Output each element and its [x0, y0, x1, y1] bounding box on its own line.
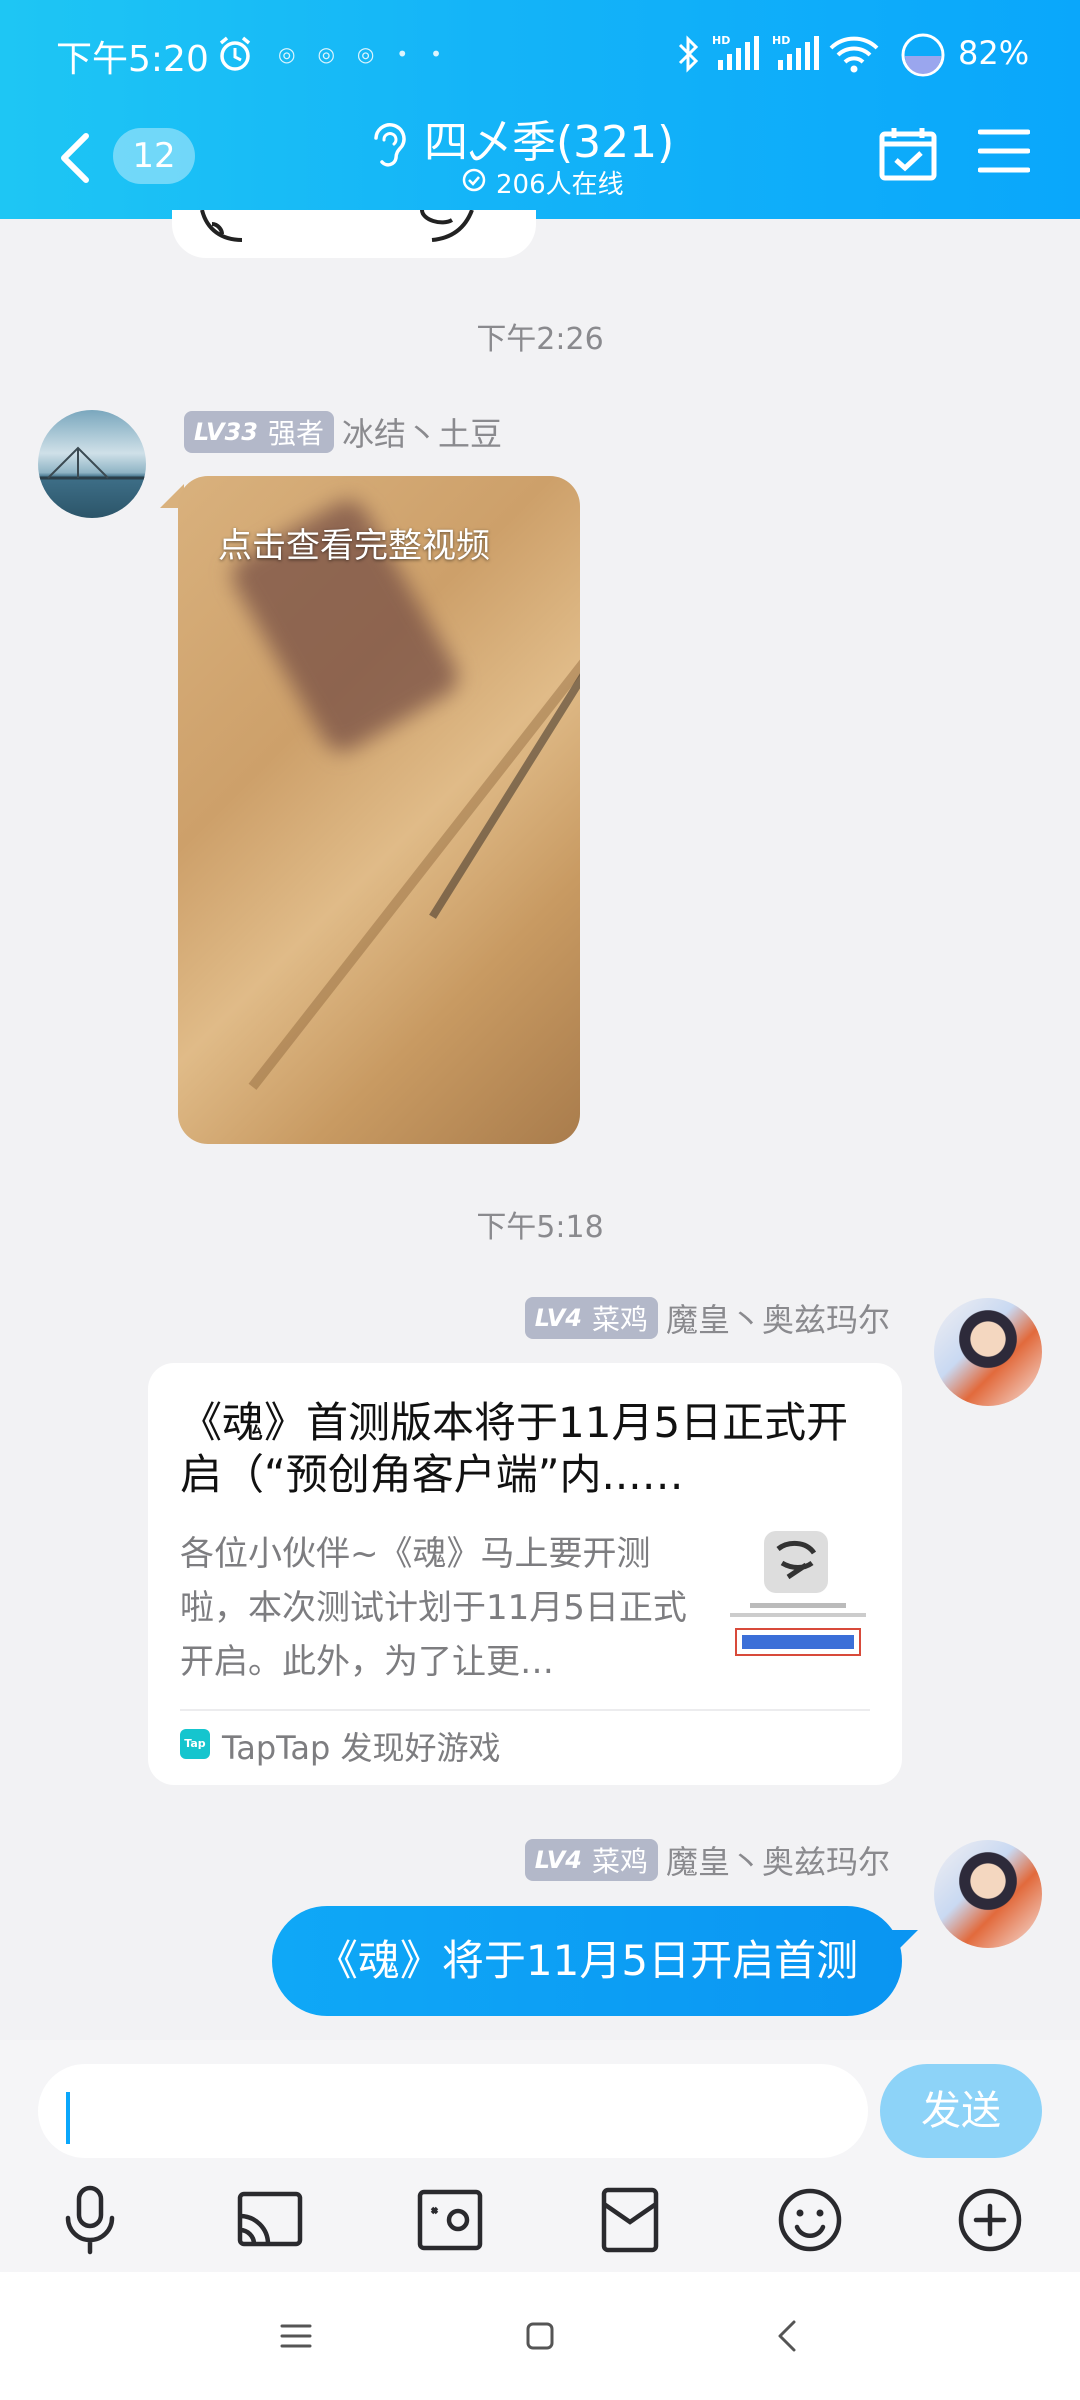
sender-name[interactable]: 魔皇丶奥兹玛尔	[666, 1837, 890, 1883]
sticker-message-partial[interactable]	[172, 210, 536, 258]
wifi-icon	[828, 34, 880, 83]
cast-screen-icon[interactable]	[230, 2180, 310, 2260]
video-caption: 点击查看完整视频	[218, 526, 490, 566]
photo-album-icon[interactable]	[410, 2180, 490, 2260]
battery-percent: 82%	[958, 34, 1030, 72]
svg-text:HD: HD	[712, 34, 730, 47]
red-packet-icon[interactable]	[590, 2180, 670, 2260]
input-bar: 发送	[0, 2040, 1080, 2272]
send-button[interactable]: 发送	[880, 2064, 1042, 2158]
calendar-check-icon[interactable]	[878, 124, 938, 186]
online-count: 206人在线	[496, 170, 624, 200]
svg-text:HD: HD	[772, 34, 790, 47]
card-title: 《魂》首测版本将于11月5日正式开启（“预创角客户端”内...…	[180, 1398, 849, 1499]
unread-count-badge[interactable]: 12	[113, 128, 195, 184]
card-thumbnail	[726, 1527, 870, 1667]
back-button[interactable]	[52, 128, 102, 188]
timestamp: 下午2:26	[476, 322, 604, 357]
avatar[interactable]	[38, 410, 146, 518]
recents-menu-icon[interactable]	[276, 2316, 316, 2360]
message-input[interactable]	[38, 2064, 868, 2158]
sender-info: LV33 强者 冰结丶土豆	[184, 410, 502, 454]
sender-name[interactable]: 冰结丶土豆	[342, 409, 502, 455]
signal-icon-2: HD	[772, 34, 824, 83]
input-toolbar	[0, 2180, 1080, 2260]
chat-navbar: 12 四乄季(321) 206人在线	[0, 110, 1080, 210]
taptap-icon: Tap	[180, 1729, 210, 1759]
video-message[interactable]: 点击查看完整视频	[178, 476, 580, 1144]
battery-icon	[900, 32, 946, 87]
system-nav-bar	[0, 2272, 1080, 2400]
home-icon[interactable]	[520, 2316, 560, 2360]
bluetooth-icon	[674, 34, 704, 83]
level-badge: LV4 菜鸡	[524, 1297, 658, 1339]
menu-icon[interactable]	[977, 126, 1031, 180]
avatar[interactable]	[934, 1298, 1042, 1406]
back-nav-icon[interactable]	[768, 2316, 808, 2360]
earpiece-mode-icon[interactable]	[366, 116, 410, 176]
status-bar: 下午5:20 ◎◎◎•• HD HD 82%	[0, 30, 1080, 80]
signal-icon: HD	[712, 34, 764, 83]
timestamp: 下午5:18	[476, 1210, 604, 1245]
microphone-icon[interactable]	[50, 2180, 130, 2260]
sender-name[interactable]: 魔皇丶奥兹玛尔	[666, 1295, 890, 1341]
avatar[interactable]	[934, 1840, 1042, 1948]
sender-info: LV4 菜鸡 魔皇丶奥兹玛尔	[524, 1295, 890, 1341]
group-title[interactable]: 四乄季(321)	[424, 106, 674, 170]
text-caret	[66, 2092, 70, 2144]
card-source: TapTap 发现好游戏	[222, 1729, 501, 1767]
link-share-card[interactable]: 《魂》首测版本将于11月5日正式开启（“预创角客户端”内...… 各位小伙伴~《…	[148, 1363, 902, 1785]
sender-info: LV4 菜鸡 魔皇丶奥兹玛尔	[524, 1837, 890, 1883]
my-message-bubble[interactable]: 《魂》将于11月5日开启首测	[272, 1906, 902, 2016]
level-badge: LV33 强者	[184, 411, 334, 453]
online-status-icon	[462, 168, 486, 196]
header: 下午5:20 ◎◎◎•• HD HD 82% 12 四乄季(321) 206人在…	[0, 0, 1080, 219]
notification-icons: ◎◎◎••	[278, 42, 464, 66]
card-divider	[180, 1709, 870, 1711]
emoji-icon[interactable]	[770, 2180, 850, 2260]
alarm-icon	[215, 34, 255, 83]
add-more-icon[interactable]	[950, 2180, 1030, 2260]
card-description: 各位小伙伴~《魂》马上要开测啦，本次测试计划于11月5日正式开启。此外，为了让更…	[180, 1534, 687, 1682]
level-badge: LV4 菜鸡	[524, 1839, 658, 1881]
status-time: 下午5:20	[56, 39, 209, 80]
